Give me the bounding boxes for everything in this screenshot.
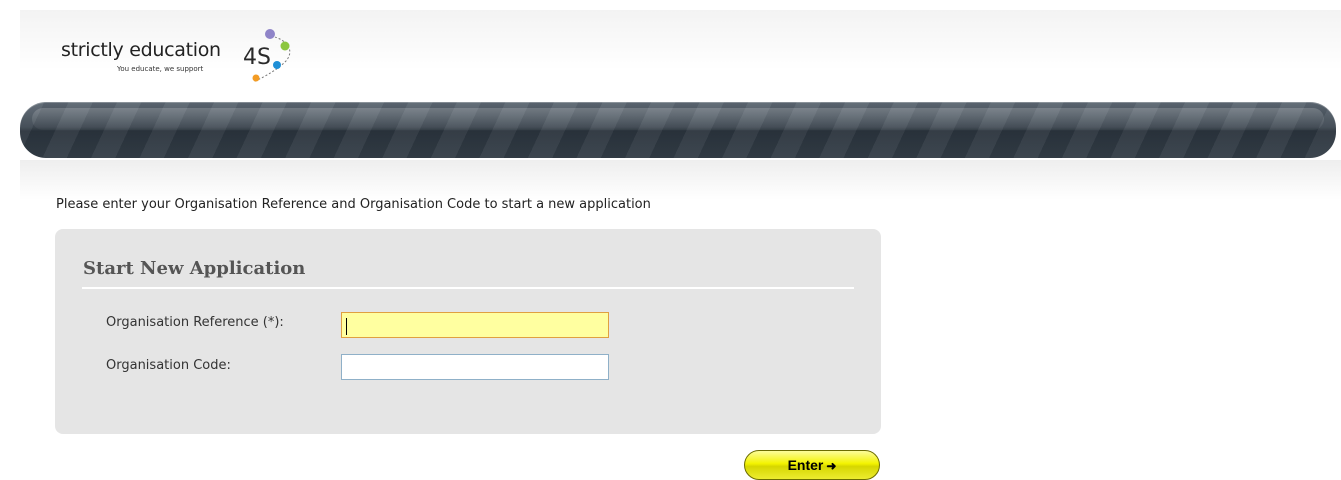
logo-name: strictly education (61, 39, 221, 61)
right-arrow-icon: ➜ (826, 459, 837, 473)
logo-mark-text: 4S (243, 45, 271, 70)
organisation-code-input[interactable] (341, 354, 609, 380)
start-application-panel: Start New Application Organisation Refer… (55, 229, 881, 434)
logo-tagline: You educate, we support (117, 65, 204, 73)
panel-divider (82, 287, 854, 289)
organisation-code-label: Organisation Code: (106, 358, 231, 373)
enter-button-label: Enter (787, 457, 824, 473)
organisation-reference-label: Organisation Reference (*): (106, 315, 284, 330)
instruction-text: Please enter your Organisation Reference… (56, 197, 651, 212)
panel-title: Start New Application (83, 258, 306, 279)
logo-4s-mark-icon: 4S (243, 29, 291, 83)
site-logo[interactable]: strictly education You educate, we suppo… (61, 26, 301, 90)
content-top-band (20, 160, 1341, 200)
navigation-bar (20, 102, 1336, 158)
text-caret (346, 318, 347, 335)
enter-button[interactable]: Enter ➜ (744, 450, 880, 480)
organisation-reference-input[interactable] (341, 312, 609, 338)
